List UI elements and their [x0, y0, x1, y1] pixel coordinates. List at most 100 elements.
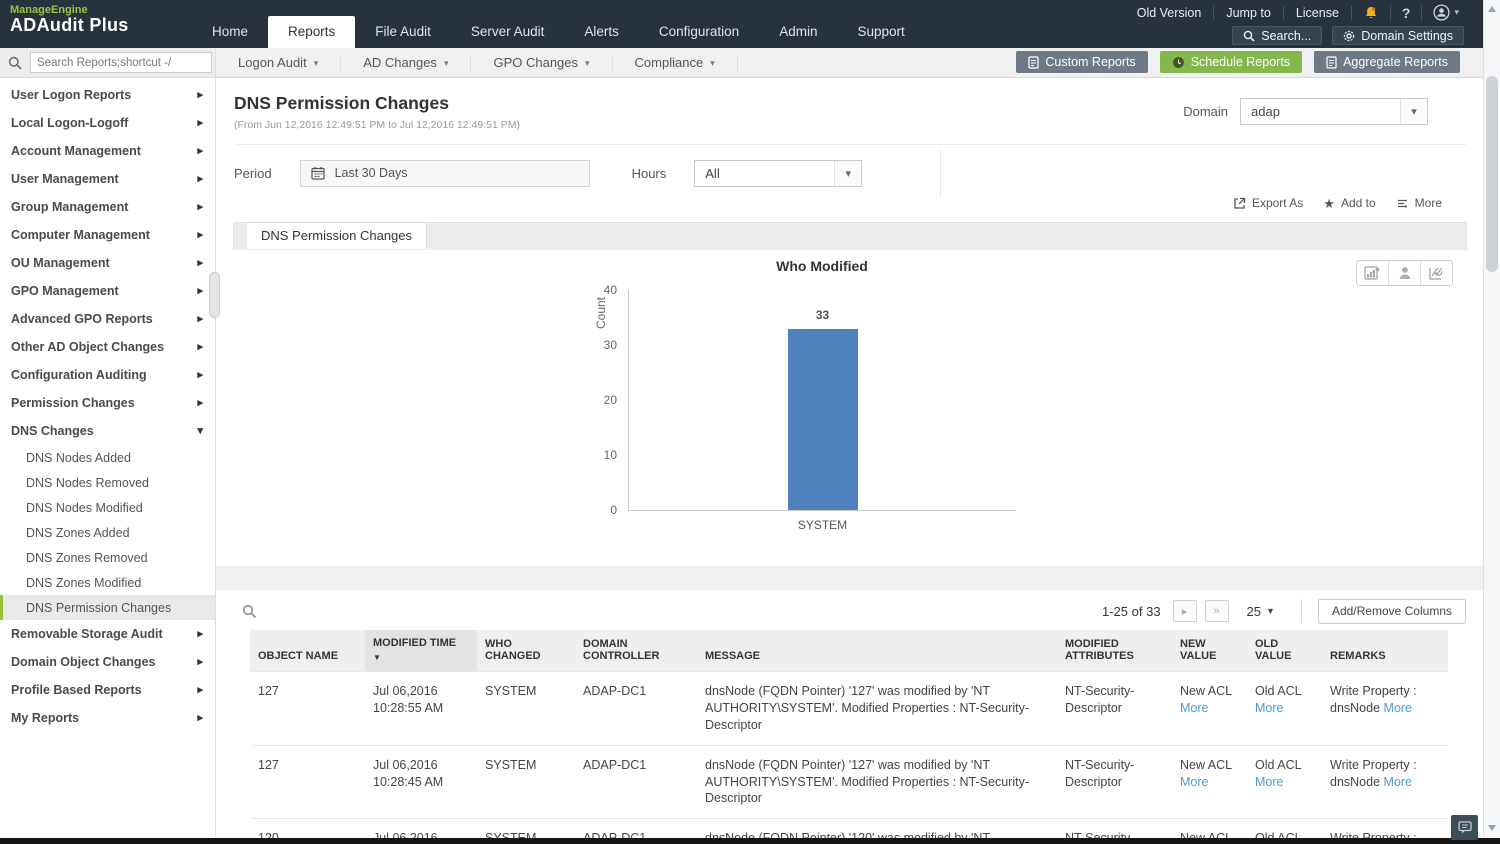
notification-bell-icon[interactable]: [1352, 4, 1391, 21]
nav-tab[interactable]: Alerts: [564, 16, 639, 48]
table-body: 127 Jul 06,2016 10:28:55 AM SYSTEM ADAP-…: [250, 671, 1448, 838]
scrollbar-thumb[interactable]: [1486, 76, 1498, 272]
refresh-chart-icon[interactable]: [1420, 261, 1452, 285]
col-object-name[interactable]: OBJECT NAME: [250, 630, 365, 672]
change-chart-type-icon[interactable]: [1357, 261, 1388, 285]
sidebar-item[interactable]: User Management ▸: [0, 165, 215, 193]
chevron-right-icon: ▸: [197, 341, 203, 354]
user-menu[interactable]: ▾: [1422, 4, 1470, 21]
sidebar-item[interactable]: DNS Zones Modified: [0, 570, 215, 595]
utility-link[interactable]: Jump to: [1214, 5, 1284, 20]
utility-link[interactable]: License: [1284, 5, 1352, 20]
sidebar-item[interactable]: Computer Management ▸: [0, 221, 215, 249]
page-size-dropdown[interactable]: 25 ▼: [1247, 604, 1275, 619]
sidebar-item[interactable]: DNS Nodes Modified: [0, 495, 215, 520]
sidebar-item[interactable]: GPO Management ▸: [0, 277, 215, 305]
menu-dropdown[interactable]: AD Changes ▾: [341, 54, 472, 71]
col-modified-attributes[interactable]: MODIFIED ATTRIBUTES: [1057, 630, 1172, 672]
domain-select[interactable]: adap ▾: [1240, 98, 1428, 125]
sidebar-item[interactable]: DNS Zones Added: [0, 520, 215, 545]
chevron-right-icon: ▸: [197, 173, 203, 186]
search-icon[interactable]: [0, 56, 30, 70]
nav-tab[interactable]: File Audit: [355, 16, 451, 48]
calendar-icon: [310, 167, 325, 180]
feedback-button[interactable]: [1451, 815, 1478, 840]
sidebar-item[interactable]: Account Management ▸: [0, 137, 215, 165]
sidebar-item[interactable]: Local Logon-Logoff ▸: [0, 109, 215, 137]
nav-tab[interactable]: Admin: [759, 16, 837, 48]
nav-tab[interactable]: Home: [192, 16, 268, 48]
menu-dropdown[interactable]: GPO Changes ▾: [471, 54, 613, 71]
sidebar-item-label: Domain Object Changes: [11, 655, 156, 669]
table-search-icon[interactable]: [242, 604, 257, 619]
col-who-changed[interactable]: WHO CHANGED: [477, 630, 575, 672]
sidebar-item[interactable]: Permission Changes ▸: [0, 389, 215, 417]
new-value-more-link[interactable]: More: [1180, 701, 1208, 715]
sidebar-item[interactable]: Profile Based Reports ▸: [0, 676, 215, 704]
vertical-scrollbar[interactable]: [1483, 0, 1500, 837]
sidebar-item[interactable]: My Reports ▸: [0, 704, 215, 732]
col-old-value[interactable]: OLD VALUE: [1247, 630, 1322, 672]
sidebar-item[interactable]: Group Management ▸: [0, 193, 215, 221]
nav-tab[interactable]: Server Audit: [451, 16, 565, 48]
report-search-input[interactable]: [30, 52, 212, 73]
menu-dropdown[interactable]: Logon Audit ▾: [216, 54, 342, 71]
report-search: [0, 48, 216, 77]
sidebar-item-label: DNS Nodes Added: [26, 450, 131, 465]
col-new-value[interactable]: NEW VALUE: [1172, 630, 1247, 672]
menu-dropdown[interactable]: Compliance ▾: [613, 54, 738, 71]
global-search-button[interactable]: Search...: [1232, 26, 1323, 45]
more-icon: [1397, 199, 1408, 208]
col-remarks[interactable]: REMARKS: [1322, 630, 1448, 672]
group-by-user-icon[interactable]: [1388, 261, 1420, 285]
sidebar-item[interactable]: DNS Permission Changes: [0, 595, 215, 620]
schedule-reports-button[interactable]: Schedule Reports: [1159, 51, 1303, 73]
sidebar-collapse-handle[interactable]: [209, 272, 220, 318]
sidebar-item[interactable]: User Logon Reports ▸: [0, 81, 215, 109]
sidebar-item[interactable]: Advanced GPO Reports ▸: [0, 305, 215, 333]
new-value-more-link[interactable]: More: [1180, 775, 1208, 789]
export-as-link[interactable]: Export As: [1233, 196, 1303, 210]
old-value-more-link[interactable]: More: [1255, 701, 1283, 715]
nav-tab[interactable]: Support: [837, 16, 924, 48]
scroll-up-icon[interactable]: [1488, 6, 1496, 12]
sidebar-item[interactable]: Other AD Object Changes ▸: [0, 333, 215, 361]
remarks-more-link[interactable]: More: [1384, 701, 1412, 715]
add-remove-columns-button[interactable]: Add/Remove Columns: [1317, 598, 1466, 624]
chart-plot-area: Count 40 30 20 10 0 33 SYSTEM: [594, 283, 1016, 532]
col-message[interactable]: MESSAGE: [697, 630, 1057, 672]
sidebar-item[interactable]: Removable Storage Audit ▸: [0, 620, 215, 648]
sidebar-item[interactable]: DNS Nodes Added: [0, 445, 215, 470]
chart-bar[interactable]: 33: [787, 308, 858, 510]
aggregate-reports-button[interactable]: Aggregate Reports: [1314, 51, 1460, 73]
next-page-button[interactable]: ▸: [1172, 600, 1197, 622]
utility-link[interactable]: Old Version: [1125, 5, 1215, 20]
cell-who-changed: SYSTEM: [477, 671, 575, 746]
period-picker[interactable]: Last 30 Days: [299, 159, 590, 187]
remarks-more-link[interactable]: More: [1384, 775, 1412, 789]
cell-new-value: New ACL More: [1172, 671, 1247, 746]
nav-tab[interactable]: Configuration: [639, 16, 759, 48]
utility-bar: Old Version Jump to License ? ▾: [1125, 4, 1470, 21]
sidebar-item[interactable]: DNS Zones Removed: [0, 545, 215, 570]
add-to-link[interactable]: ★ Add to: [1323, 196, 1375, 210]
scroll-down-icon[interactable]: [1488, 825, 1496, 831]
help-icon[interactable]: ?: [1391, 4, 1423, 21]
sidebar-item[interactable]: OU Management ▸: [0, 249, 215, 277]
tab-dns-permission-changes[interactable]: DNS Permission Changes: [247, 223, 428, 249]
sidebar-item[interactable]: DNS Nodes Removed: [0, 470, 215, 495]
app-logo[interactable]: ManageEngine ADAudit Plus: [10, 4, 129, 36]
sidebar-item[interactable]: Configuration Auditing ▸: [0, 361, 215, 389]
more-link[interactable]: More: [1396, 196, 1442, 210]
custom-reports-button[interactable]: Custom Reports: [1016, 51, 1148, 73]
col-modified-time[interactable]: MODIFIED TIME ▼: [365, 630, 477, 672]
hours-filter: Hours All ▾: [632, 159, 863, 187]
col-domain-controller[interactable]: DOMAIN CONTROLLER: [575, 630, 697, 672]
domain-settings-button[interactable]: Domain Settings: [1332, 26, 1464, 45]
sidebar-item[interactable]: DNS Changes ▾: [0, 417, 215, 445]
old-value-more-link[interactable]: More: [1255, 775, 1283, 789]
sidebar-item[interactable]: Domain Object Changes ▸: [0, 648, 215, 676]
hours-select[interactable]: All ▾: [694, 159, 863, 187]
nav-tab[interactable]: Reports: [268, 16, 356, 48]
last-page-button[interactable]: »: [1204, 600, 1229, 622]
